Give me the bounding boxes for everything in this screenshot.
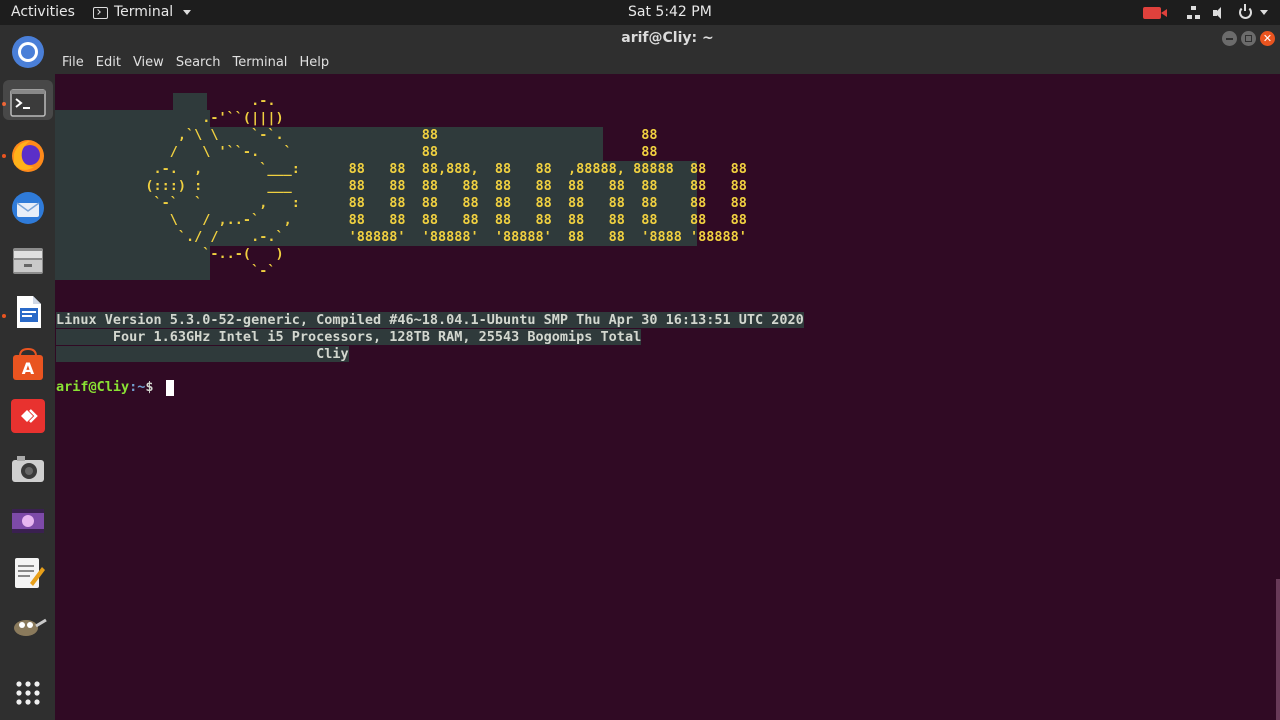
app-menu-label: Terminal: [114, 4, 174, 20]
banner-line: .-.: [56, 93, 276, 109]
close-icon: ✕: [1262, 32, 1273, 45]
sysinfo-kernel-line: Linux Version 5.3.0-52-generic, Compiled…: [56, 312, 804, 328]
menu-help[interactable]: Help: [293, 52, 335, 74]
app-menu-terminal[interactable]: Terminal: [93, 0, 192, 25]
software-center-icon: A: [13, 347, 43, 380]
window-title: arif@Cliy: ~: [621, 30, 714, 46]
dock: A: [0, 25, 55, 720]
terminal-icon: [93, 6, 108, 19]
prompt-user-host: arif@Cliy: [56, 379, 130, 395]
system-tray[interactable]: [1143, 0, 1268, 25]
files-icon: [13, 248, 43, 274]
maximize-icon: [1245, 35, 1252, 42]
running-indicator: [2, 154, 6, 158]
banner-line: / \ '``-. ` 88 88: [56, 144, 658, 160]
chevron-down-icon: [183, 10, 192, 15]
menu-edit[interactable]: Edit: [90, 52, 127, 74]
gimp-icon: [14, 618, 47, 636]
video-editor-icon: [12, 509, 44, 533]
banner-line: `./ / .-.` '88888' '88888' '88888' 88 88…: [56, 229, 747, 245]
show-applications-button[interactable]: [8, 673, 48, 713]
terminal-icon: [10, 89, 46, 117]
shell-prompt: arif@Cliy:~$: [56, 379, 162, 396]
text-editor-icon: [15, 558, 45, 588]
dock-item-terminal[interactable]: [3, 80, 53, 120]
dock-item-chromium[interactable]: [8, 32, 48, 72]
sysinfo-hostname-line: Cliy: [56, 346, 349, 362]
chevron-down-icon[interactable]: [1260, 10, 1268, 15]
show-apps-icon: [16, 681, 40, 705]
running-indicator: [2, 314, 6, 318]
dock-item-software-center[interactable]: A: [8, 344, 48, 384]
dock-item-video-editor[interactable]: [8, 501, 48, 541]
dock-item-camera[interactable]: [8, 449, 48, 489]
scrollbar[interactable]: [1276, 579, 1280, 720]
text-cursor: [166, 380, 174, 396]
menu-file[interactable]: File: [56, 52, 90, 74]
dock-item-text-editor[interactable]: [8, 553, 48, 593]
network-icon[interactable]: [1187, 5, 1201, 20]
window-titlebar[interactable]: arif@Cliy: ~ ✕: [55, 25, 1280, 52]
minimize-icon: [1226, 38, 1233, 40]
clock[interactable]: Sat 5:42 PM: [628, 0, 712, 25]
menu-bar: File Edit View Search Terminal Help: [55, 52, 1280, 74]
top-bar: Activities Terminal Sat 5:42 PM: [0, 0, 1280, 25]
banner-line: `-`: [56, 263, 276, 279]
chromium-icon: [12, 36, 44, 68]
close-button[interactable]: ✕: [1260, 31, 1275, 46]
dock-item-anydesk[interactable]: [8, 396, 48, 436]
camera-icon: [12, 456, 44, 482]
menu-search[interactable]: Search: [170, 52, 227, 74]
banner-line: `-` ` , : 88 88 88 88 88 88 88 88 88 88 …: [56, 195, 747, 211]
activities-button[interactable]: Activities: [11, 0, 75, 25]
sysinfo-hardware-line: Four 1.63GHz Intel i5 Processors, 128TB …: [56, 329, 642, 345]
prompt-symbol: $: [145, 379, 162, 395]
dock-item-firefox[interactable]: [8, 136, 48, 176]
thunderbird-icon: [12, 192, 44, 224]
dock-item-files[interactable]: [8, 240, 48, 280]
dock-item-gimp[interactable]: [8, 606, 48, 646]
menu-view[interactable]: View: [127, 52, 170, 74]
banner-line: .-'``(|||): [56, 110, 284, 126]
power-icon[interactable]: [1239, 4, 1252, 19]
minimize-button[interactable]: [1222, 31, 1237, 46]
anydesk-icon: [11, 399, 45, 433]
screen-recording-icon[interactable]: [1143, 6, 1167, 19]
menu-terminal[interactable]: Terminal: [226, 52, 293, 74]
banner-line: .-. , `___: 88 88 88,888, 88 88 ,88888, …: [56, 161, 747, 177]
banner-line: ,`\ \ `-`. 88 88: [56, 127, 658, 143]
banner-line: \ / ,..-` , 88 88 88 88 88 88 88 88 88 8…: [56, 212, 747, 228]
dock-item-libreoffice-writer[interactable]: [8, 292, 48, 332]
dock-item-thunderbird[interactable]: [8, 188, 48, 228]
terminal-output[interactable]: .-. .-'``(|||) ,`\ \ `-`. 88 88 / \ '``-…: [55, 74, 1280, 720]
banner-line: `-..-( ): [56, 246, 284, 262]
libreoffice-writer-icon: [17, 296, 41, 328]
svg-text:A: A: [22, 359, 35, 378]
banner-line: (:::) : ___ 88 88 88 88 88 88 88 88 88 8…: [56, 178, 747, 194]
maximize-button[interactable]: [1241, 31, 1256, 46]
prompt-path: :~: [129, 379, 146, 395]
firefox-icon: [12, 140, 44, 172]
volume-icon[interactable]: [1213, 6, 1227, 19]
